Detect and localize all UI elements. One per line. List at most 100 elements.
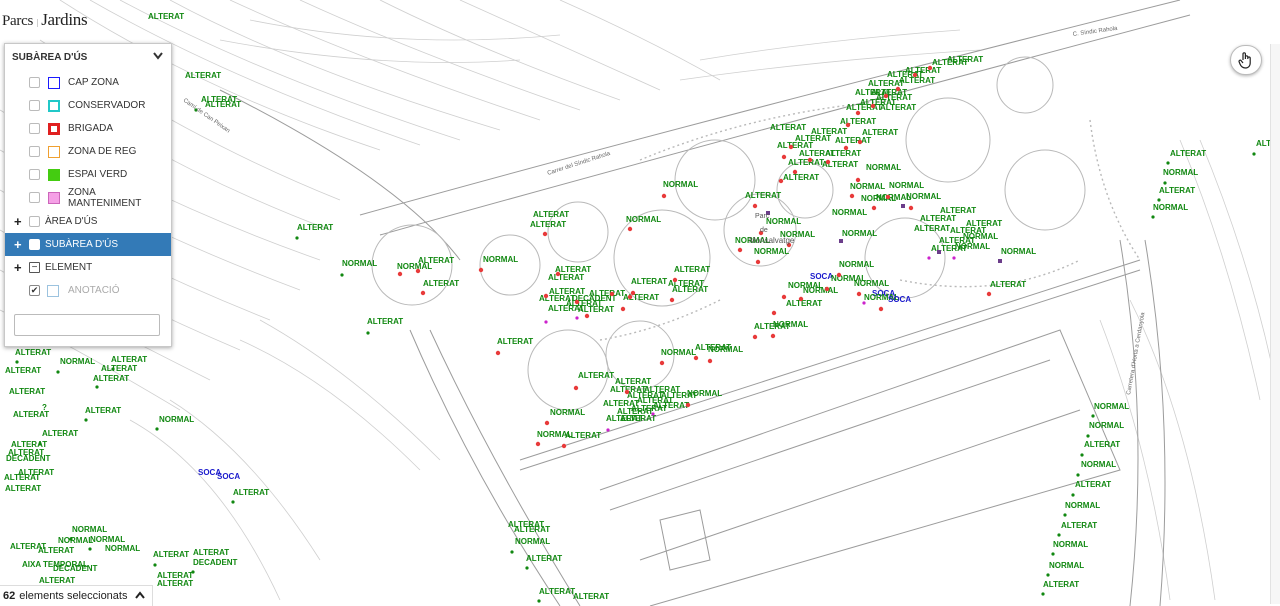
map-label[interactable]: ALTERAT <box>297 223 333 232</box>
map-point-marker[interactable] <box>543 293 549 299</box>
map-label[interactable]: NORMAL <box>397 262 432 271</box>
map-point-marker[interactable] <box>1071 493 1075 497</box>
map-point-marker[interactable] <box>843 145 849 151</box>
map-label[interactable]: ALTERAT <box>530 220 566 229</box>
map-point-marker[interactable] <box>1151 215 1155 219</box>
map-point-marker[interactable] <box>191 570 195 574</box>
map-label[interactable]: ALTERAT <box>5 484 41 493</box>
map-point-marker[interactable] <box>537 599 541 603</box>
map-point-marker[interactable] <box>737 247 743 253</box>
map-point-marker[interactable] <box>1163 181 1167 185</box>
map-point-marker[interactable] <box>856 291 862 297</box>
map-label[interactable]: ALTERAT <box>1084 440 1120 449</box>
map-label[interactable]: NORMAL <box>72 525 107 534</box>
pan-tool-button[interactable] <box>1230 45 1262 75</box>
map-label[interactable]: ALTERAT <box>783 173 819 182</box>
map-label[interactable]: ALTERAT <box>497 337 533 346</box>
chevron-down-icon[interactable] <box>153 51 163 63</box>
layer-group-element[interactable]: + − ELEMENT <box>5 256 171 279</box>
map-point-marker[interactable] <box>584 313 590 319</box>
map-label[interactable]: NORMAL <box>60 357 95 366</box>
map-point-marker[interactable] <box>1076 473 1080 477</box>
map-point-marker[interactable] <box>15 360 19 364</box>
map-label[interactable]: NORMAL <box>687 389 722 398</box>
map-label[interactable]: NORMAL <box>1153 203 1188 212</box>
expand-icon[interactable]: + <box>14 214 22 229</box>
map-point-marker[interactable] <box>659 360 665 366</box>
legend-row-brigada[interactable]: BRIGADA <box>5 117 171 140</box>
map-point-marker[interactable] <box>669 297 675 303</box>
legend-row-zona-de-reg[interactable]: ZONA DE REG <box>5 140 171 163</box>
map-point-marker[interactable] <box>624 389 630 395</box>
map-label[interactable]: ALTERAT <box>193 548 229 557</box>
map-label[interactable]: ALTERAT <box>233 488 269 497</box>
map-label[interactable]: ALTERAT <box>1061 521 1097 530</box>
map-label[interactable]: ALTERAT <box>42 429 78 438</box>
map-point-marker[interactable] <box>878 306 884 312</box>
legend-row-cap-zona[interactable]: CAP ZONA <box>5 71 171 94</box>
map-label[interactable]: NORMAL <box>550 408 585 417</box>
map-label[interactable]: ALTERAT <box>4 473 40 482</box>
map-point-marker[interactable] <box>908 205 914 211</box>
map-label[interactable]: NORMAL <box>839 260 874 269</box>
map-point-marker[interactable] <box>627 226 633 232</box>
map-point-marker[interactable] <box>1157 198 1161 202</box>
map-label[interactable]: NORMAL <box>515 537 550 546</box>
map-point-marker[interactable] <box>366 331 370 335</box>
map-label[interactable]: NORMAL <box>1094 402 1129 411</box>
map-label[interactable]: DECADENT <box>193 558 238 567</box>
map-point-marker[interactable] <box>535 441 541 447</box>
map-point-marker[interactable] <box>857 139 863 145</box>
map-point-marker[interactable] <box>1041 592 1045 596</box>
map-point-marker[interactable] <box>792 169 798 175</box>
map-point-marker[interactable] <box>752 203 758 209</box>
map-point-marker[interactable] <box>544 320 548 324</box>
map-label[interactable]: NORMAL <box>854 279 889 288</box>
map-label[interactable]: ALTERAT <box>423 279 459 288</box>
map-label[interactable]: ALTERAT <box>533 210 569 219</box>
map-point-marker[interactable] <box>495 350 501 356</box>
map-point-marker[interactable] <box>574 299 580 305</box>
map-label[interactable]: NORMAL <box>754 247 789 256</box>
map-point-marker[interactable] <box>693 355 699 361</box>
map-label[interactable]: ALTERAT <box>10 542 46 551</box>
map-point-marker[interactable] <box>561 443 567 449</box>
map-point-marker[interactable] <box>88 547 92 551</box>
map-point-marker[interactable] <box>627 294 633 300</box>
map-label[interactable]: NORMAL <box>850 182 885 191</box>
map-label[interactable]: ALTERAT <box>788 158 824 167</box>
expand-icon[interactable]: + <box>14 260 22 275</box>
map-point-marker[interactable] <box>707 358 713 364</box>
map-point-marker[interactable] <box>420 290 426 296</box>
map-label[interactable]: NORMAL <box>483 255 518 264</box>
map-label[interactable]: ALTERAT <box>153 550 189 559</box>
map-point-marker[interactable] <box>778 178 784 184</box>
map-label[interactable]: NORMAL <box>1053 540 1088 549</box>
map-point-marker[interactable] <box>883 93 889 99</box>
map-point-marker[interactable] <box>1086 434 1090 438</box>
map-label[interactable]: ALTERAT <box>620 414 656 423</box>
map-point-marker[interactable] <box>1080 453 1084 457</box>
legend-checkbox[interactable] <box>29 100 40 111</box>
map-label[interactable]: ALTERAT <box>770 123 806 132</box>
map-point-marker[interactable] <box>661 193 667 199</box>
map-point-marker[interactable] <box>752 334 758 340</box>
map-point-marker[interactable] <box>1091 414 1095 418</box>
map-label[interactable]: NORMAL <box>1049 561 1084 570</box>
map-point-marker[interactable] <box>575 316 579 320</box>
map-point-marker[interactable] <box>1057 533 1061 537</box>
map-label[interactable]: ALTERAT <box>880 103 916 112</box>
map-label[interactable]: ALTERAT <box>185 71 221 80</box>
map-label[interactable]: ALTERAT <box>367 317 403 326</box>
map-label[interactable]: ALTERAT <box>754 322 790 331</box>
map-point-marker[interactable] <box>620 306 626 312</box>
legend-row-zona-manteniment[interactable]: ZONA MANTENIMENT <box>5 186 171 209</box>
map-label[interactable]: ALTERAT <box>539 587 575 596</box>
map-point-marker[interactable] <box>95 385 99 389</box>
legend-checkbox[interactable] <box>29 169 40 180</box>
map-label[interactable]: ALTERAT <box>573 592 609 601</box>
map-point-marker[interactable] <box>525 566 529 570</box>
map-point-marker[interactable] <box>845 122 851 128</box>
layer-checkbox[interactable] <box>29 239 40 250</box>
map-point-marker[interactable] <box>415 268 421 274</box>
